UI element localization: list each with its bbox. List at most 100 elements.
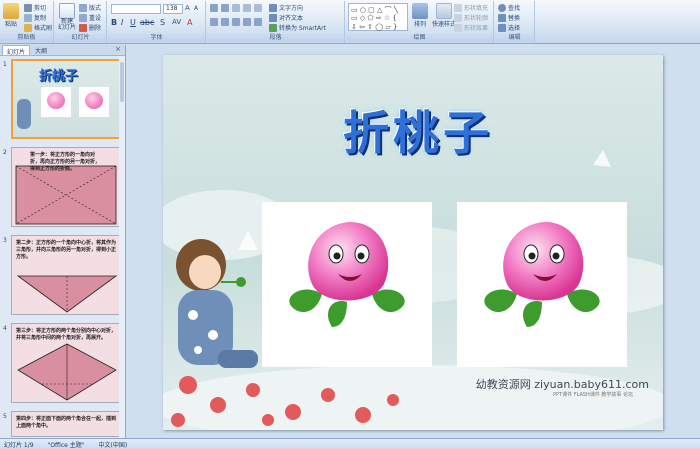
- thumbnail-slide-3[interactable]: 第二步：正方形的一个角向中心折，将其作为三角形，并向三角形的另一角对折，得到小正…: [11, 235, 121, 315]
- shrink-font-button[interactable]: A: [194, 5, 198, 12]
- slide-editor: 折桃子 幼教资源网 ziyuan.baby611.com PPT课件 FLASH…: [127, 45, 700, 438]
- convert-smartart-button[interactable]: 转换为 SmartArt: [269, 23, 326, 32]
- select-button[interactable]: 选择: [498, 23, 520, 32]
- pen-icon: [454, 13, 462, 22]
- thumbnail-peach-card: [79, 87, 109, 117]
- font-group-label: 字体: [108, 34, 205, 42]
- justify-button[interactable]: [243, 18, 251, 26]
- font-name-combo[interactable]: [111, 4, 161, 14]
- new-slide-icon: [59, 3, 75, 19]
- layout-button[interactable]: 版式: [79, 3, 101, 12]
- copy-icon: [24, 13, 32, 22]
- strikethrough-button[interactable]: abc: [140, 18, 154, 27]
- format-painter-button[interactable]: 格式刷: [24, 23, 52, 32]
- decrease-indent-button[interactable]: [232, 4, 240, 12]
- tab-slides[interactable]: 幻灯片: [2, 45, 31, 56]
- line-spacing-icon: [254, 4, 262, 12]
- justify-icon: [243, 18, 251, 26]
- align-right-icon: [232, 18, 240, 26]
- peach-card-right[interactable]: [457, 202, 627, 367]
- slide-title[interactable]: 折桃子: [273, 97, 563, 163]
- align-right-button[interactable]: [232, 18, 240, 26]
- reset-button[interactable]: 重设: [79, 13, 101, 22]
- thumbnail-title: 折桃子: [39, 69, 79, 84]
- thumbnail-scrollbar[interactable]: [119, 56, 125, 438]
- thumbnail-peach-card: [41, 87, 71, 117]
- panel-tabs: 幻灯片 大纲 ×: [0, 45, 125, 56]
- columns-icon: [254, 18, 262, 26]
- drawing-group: ▭ ○ ▢ △ ⌒ ╲ ▭ ◇ ⬠ ⇨ ☆ { ⇩ ⇦ ⇧ ◯ ▱ } 排列 快…: [346, 1, 494, 43]
- text-direction-button[interactable]: 文字方向: [269, 3, 303, 12]
- text-direction-icon: [269, 3, 277, 12]
- numbering-icon: [221, 4, 229, 12]
- shape-outline-button[interactable]: 形状轮廓: [454, 13, 488, 22]
- italic-button[interactable]: I: [121, 18, 123, 27]
- thumbnail-slide-4[interactable]: 第三步：将正方形的两个角分别向中心对折，并将三角形中间的两个角对折，再展开。: [11, 323, 121, 403]
- paste-icon: [3, 3, 19, 19]
- arrange-button[interactable]: 排列: [412, 3, 428, 28]
- shadow-button[interactable]: S: [160, 18, 165, 27]
- slide-canvas[interactable]: 折桃子 幼教资源网 ziyuan.baby611.com PPT课件 FLASH…: [163, 55, 663, 430]
- align-center-icon: [221, 18, 229, 26]
- brush-icon: [24, 23, 32, 32]
- spacing-button[interactable]: AV: [172, 18, 181, 26]
- theme-name[interactable]: "Office 主题": [48, 440, 85, 449]
- paste-button[interactable]: 粘贴: [3, 3, 19, 28]
- underline-button[interactable]: U: [130, 18, 136, 27]
- thumbnail-number: 2: [3, 149, 7, 156]
- delete-slide-button[interactable]: 删除: [79, 23, 101, 32]
- find-button[interactable]: 查找: [498, 3, 520, 12]
- increase-indent-button[interactable]: [243, 4, 251, 12]
- scissors-icon: [24, 3, 32, 12]
- new-slide-button[interactable]: 新建 幻灯片: [58, 3, 76, 31]
- thumbnail-number: 1: [3, 61, 7, 68]
- slides-panel: 幻灯片 大纲 × 1 折桃子 2 第一步：将正方形的一角向对折，再向正方形的另一…: [0, 45, 126, 438]
- bold-button[interactable]: B: [111, 18, 117, 27]
- indent-icon: [243, 4, 251, 12]
- cut-button[interactable]: 剪切: [24, 3, 46, 12]
- grow-font-button[interactable]: A: [185, 4, 190, 12]
- align-left-button[interactable]: [210, 18, 218, 26]
- font-color-button[interactable]: A: [187, 18, 192, 27]
- ribbon: 粘贴 剪切 复制 格式刷 剪贴板 新建 幻灯片 版式 重设 删除 幻灯片 138…: [0, 0, 700, 44]
- smartart-icon: [269, 23, 277, 32]
- paragraph-group: 文字方向 对齐文本 转换为 SmartArt 段落: [207, 1, 345, 43]
- columns-button[interactable]: [254, 18, 262, 26]
- font-size-combo[interactable]: 138: [163, 4, 183, 14]
- align-center-button[interactable]: [221, 18, 229, 26]
- outdent-icon: [232, 4, 240, 12]
- paragraph-group-label: 段落: [207, 34, 344, 42]
- align-text-icon: [269, 13, 277, 22]
- clipboard-group: 粘贴 剪切 复制 格式刷 剪贴板: [0, 1, 54, 43]
- editing-group: 查找 替换 选择 编辑: [495, 1, 535, 43]
- language-indicator[interactable]: 中文(中国): [99, 440, 128, 449]
- replace-icon: [498, 13, 506, 22]
- line-spacing-button[interactable]: [254, 4, 262, 12]
- quick-styles-button[interactable]: 快速样式: [432, 3, 456, 28]
- shape-fill-button[interactable]: 形状填充: [454, 3, 488, 12]
- bullets-button[interactable]: [210, 4, 218, 12]
- status-bar: 幻灯片 1/9 "Office 主题" 中文(中国): [0, 438, 700, 449]
- slides-group: 新建 幻灯片 版式 重设 删除 幻灯片: [55, 1, 107, 43]
- editing-group-label: 编辑: [495, 34, 534, 42]
- shape-effects-button[interactable]: 形状效果: [454, 23, 488, 32]
- step-text: 第四步：将正面下面的两个角合在一起，插到上面两个角中。: [16, 416, 117, 429]
- slide-counter: 幻灯片 1/9: [4, 441, 34, 449]
- close-icon[interactable]: ×: [115, 45, 121, 55]
- replace-button[interactable]: 替换: [498, 13, 520, 22]
- align-text-button[interactable]: 对齐文本: [269, 13, 303, 22]
- fill-bucket-icon: [454, 3, 462, 12]
- thumbnail-number: 3: [3, 237, 7, 244]
- numbering-button[interactable]: [221, 4, 229, 12]
- bullets-icon: [210, 4, 218, 12]
- layout-icon: [79, 3, 87, 12]
- thumbnail-slide-5[interactable]: 第四步：将正面下面的两个角合在一起，插到上面两个角中。: [11, 411, 121, 437]
- scrollbar-thumb[interactable]: [120, 62, 124, 102]
- copy-button[interactable]: 复制: [24, 13, 46, 22]
- peach-card-left[interactable]: [262, 202, 432, 367]
- shapes-gallery[interactable]: ▭ ○ ▢ △ ⌒ ╲ ▭ ◇ ⬠ ⇨ ☆ { ⇩ ⇦ ⇧ ◯ ▱ }: [348, 3, 408, 31]
- thumbnail-slide-2[interactable]: 第一步：将正方形的一角向对折，再向正方形的另一角对折，得到正方形的折痕。: [11, 147, 121, 227]
- effects-icon: [454, 23, 462, 32]
- tab-outline[interactable]: 大纲: [31, 45, 51, 55]
- thumbnail-slide-1[interactable]: 折桃子: [11, 59, 121, 139]
